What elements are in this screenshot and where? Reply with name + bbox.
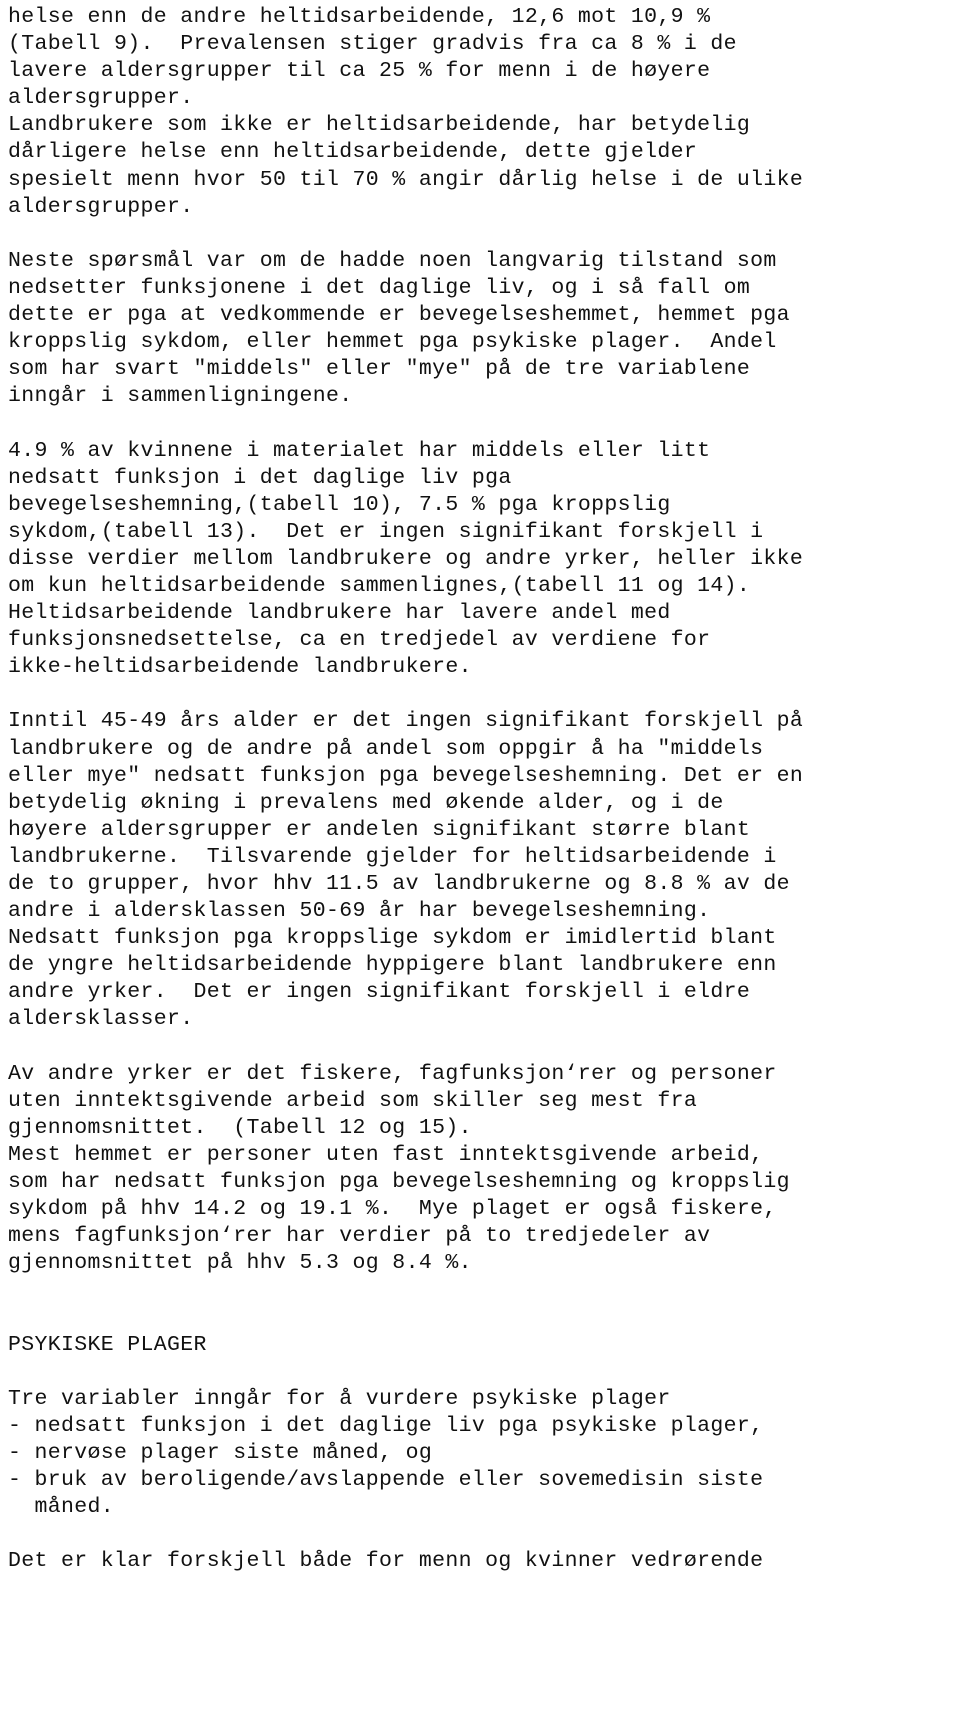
text-line: dette er pga at vedkommende er bevegelse… [8,303,790,328]
text-line: de to grupper, hvor hhv 11.5 av landbruk… [8,872,790,896]
text-line: funksjonsnedsettelse, ca en tredjedel av… [8,628,711,653]
text-line: sykdom på hhv 14.2 og 19.1 %. Mye plaget… [8,1197,777,1222]
document-text-body: helse enn de andre heltidsarbeidende, 12… [8,4,960,1575]
text-line: Inntil 45-49 års alder er det ingen sign… [8,709,804,734]
text-line: lavere aldersgrupper til ca 25 % for men… [8,59,711,84]
text-line: andre yrker. Det er ingen signifikant fo… [8,980,751,1005]
text-line: spesielt menn hvor 50 til 70 % angir dår… [8,167,804,192]
text-line: - nedsatt funksjon i det daglige liv pga… [8,1413,764,1438]
text-line: gjennomsnittet på hhv 5.3 og 8.4 %. [8,1251,472,1276]
text-line: aldersgrupper. [8,86,194,111]
text-line: - bruk av beroligende/avslappende eller … [8,1468,764,1493]
text-line: nedsetter funksjonene i det daglige liv,… [8,275,751,300]
text-line: høyere aldersgrupper er andelen signifik… [8,817,751,842]
text-line: Heltidsarbeidende landbrukere har lavere… [8,601,671,626]
text-line: 4.9 % av kvinnene i materialet har midde… [8,438,711,463]
text-line: andre i aldersklassen 50-69 år har beveg… [8,899,711,924]
text-line: aldersgrupper. [8,194,194,219]
text-line: måned. [8,1495,115,1520]
text-line: Neste spørsmål var om de hadde noen lang… [8,248,777,273]
text-line: kroppslig sykdom, eller hemmet pga psyki… [8,330,777,355]
text-line: disse verdier mellom landbrukere og andr… [8,546,804,571]
text-line: om kun heltidsarbeidende sammenlignes,(t… [8,573,751,598]
section-heading: PSYKISKE PLAGER [8,1332,207,1357]
text-line: (Tabell 9). Prevalensen stiger gradvis f… [8,32,737,57]
text-line: Nedsatt funksjon pga kroppslige sykdom e… [8,926,777,951]
text-line: inngår i sammenligningene. [8,384,353,409]
text-line: nedsatt funksjon i det daglige liv pga [8,465,512,490]
text-line: gjennomsnittet. (Tabell 12 og 15). [8,1115,472,1140]
text-line: bevegelseshemning,(tabell 10), 7.5 % pga… [8,492,671,517]
text-line: Landbrukere som ikke er heltidsarbeidend… [8,113,751,138]
text-line: Tre variabler inngår for å vurdere psyki… [8,1386,671,1411]
text-line: aldersklasser. [8,1007,194,1032]
text-line: som har svart "middels" eller "mye" på d… [8,357,751,382]
text-line: uten inntektsgivende arbeid som skiller … [8,1088,698,1113]
text-line: Mest hemmet er personer uten fast inntek… [8,1142,764,1167]
text-line: helse enn de andre heltidsarbeidende, 12… [8,5,711,29]
text-line: sykdom,(tabell 13). Det er ingen signifi… [8,519,764,544]
text-line: dårligere helse enn heltidsarbeidende, d… [8,140,698,165]
text-line: som har nedsatt funksjon pga bevegelsesh… [8,1170,790,1195]
text-line: ikke-heltidsarbeidende landbrukere. [8,655,472,680]
text-line: landbrukerne. Tilsvarende gjelder for he… [8,844,777,869]
text-line: Av andre yrker er det fiskere, fagfunksj… [8,1061,777,1086]
text-line: - nervøse plager siste måned, og [8,1440,433,1465]
text-line: landbrukere og de andre på andel som opp… [8,736,764,761]
text-line: eller mye" nedsatt funksjon pga bevegels… [8,763,804,788]
text-line: mens fagfunksjon‘rer har verdier på to t… [8,1224,711,1249]
document-page: helse enn de andre heltidsarbeidende, 12… [0,0,960,1736]
text-line: Det er klar forskjell både for menn og k… [8,1549,764,1574]
text-line: de yngre heltidsarbeidende hyppigere bla… [8,953,777,978]
text-line: betydelig økning i prevalens med økende … [8,790,724,815]
